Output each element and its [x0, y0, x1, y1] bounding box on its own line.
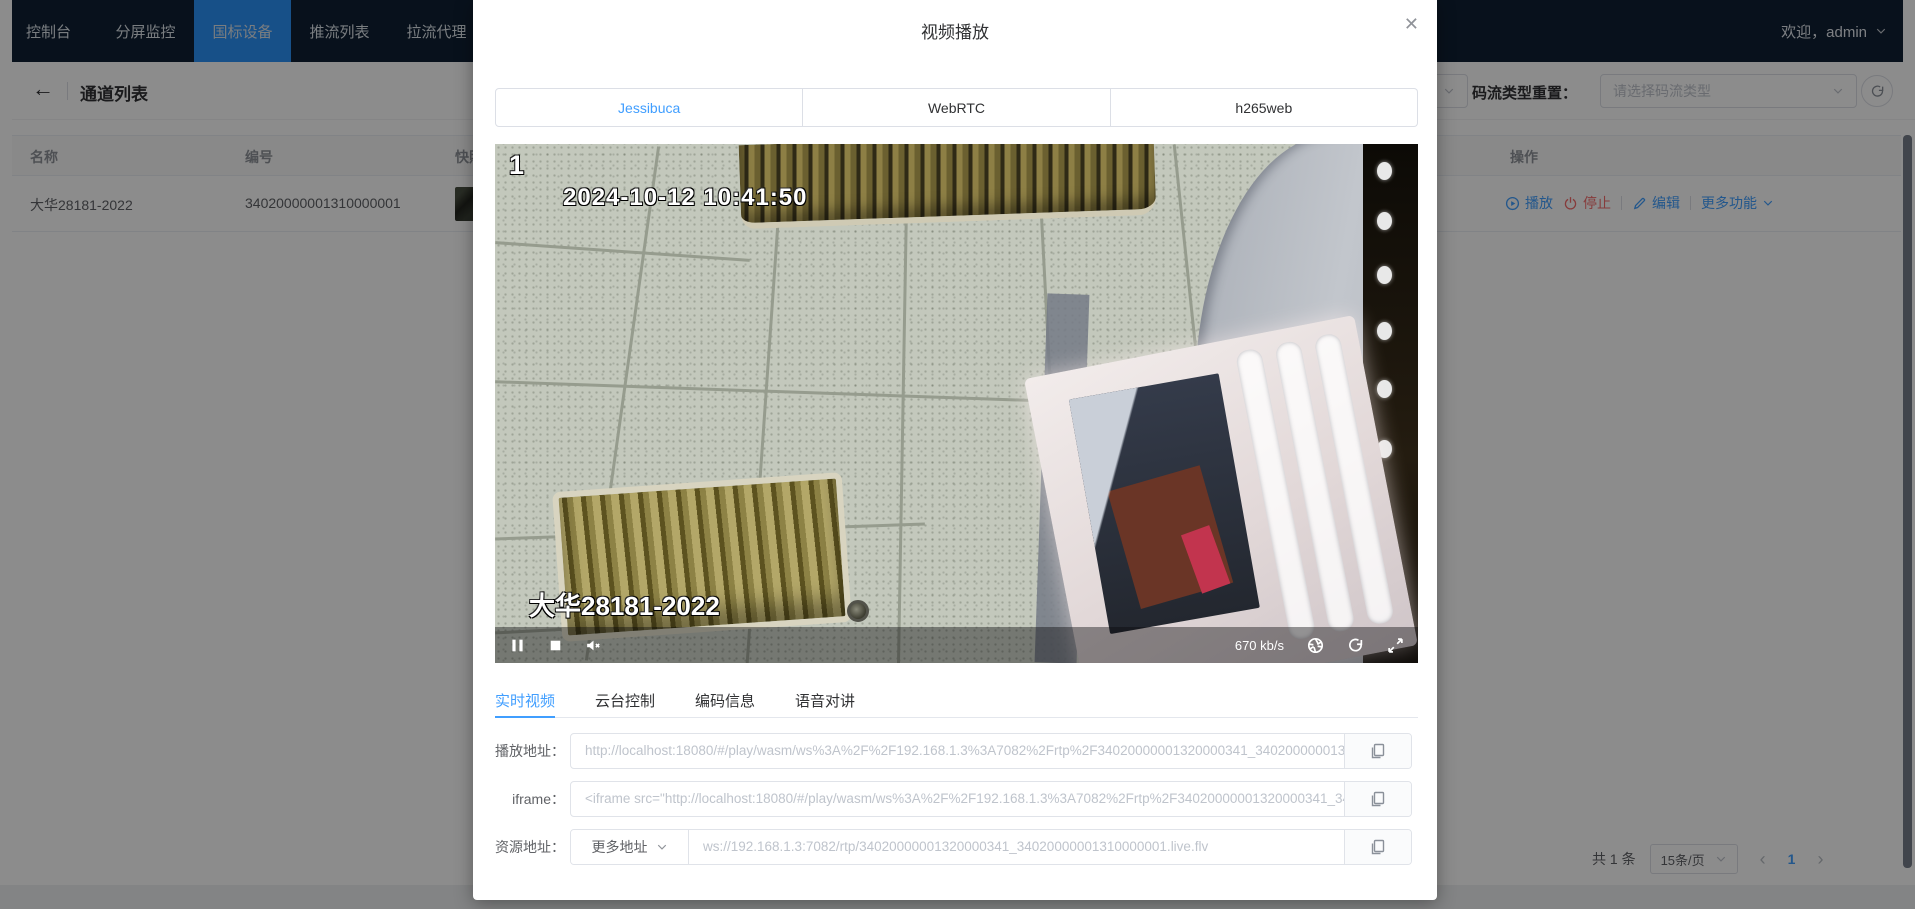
tab-jessibuca[interactable]: Jessibuca	[495, 88, 803, 127]
screen-glare	[1069, 373, 1260, 634]
resource-url-row: 资源地址： 更多地址 ws://192.168.1.3:7082/rtp/340…	[473, 829, 1437, 865]
bitrate-label: 670 kb/s	[1235, 638, 1284, 653]
tab-voice-intercom[interactable]: 语音对讲	[795, 684, 855, 717]
play-url-input[interactable]: http://localhost:18080/#/play/wasm/ws%3A…	[571, 734, 1344, 768]
panel-light	[1377, 380, 1392, 398]
monitor-video-area	[1069, 373, 1260, 634]
ceiling-grid-line	[897, 204, 908, 663]
tab-encoding-info[interactable]: 编码信息	[695, 684, 755, 717]
iframe-label: iframe：	[480, 781, 565, 817]
player-control-bar: 670 kb/s	[495, 627, 1418, 663]
video-play-dialog: 视频播放 ✕ Jessibuca WebRTC h265web	[473, 0, 1437, 900]
tab-h265web[interactable]: h265web	[1111, 88, 1418, 127]
ceiling-grid-line	[1173, 144, 1201, 378]
ceiling-sprinkler	[847, 600, 869, 622]
play-url-row: 播放地址： http://localhost:18080/#/play/wasm…	[473, 733, 1437, 769]
snapshot-shutter-button[interactable]	[1307, 637, 1324, 654]
tab-live-video[interactable]: 实时视频	[495, 684, 555, 717]
iframe-row: iframe： <iframe src="http://localhost:18…	[473, 781, 1437, 817]
stream-sub-tabs: 实时视频 云台控制 编码信息 语音对讲	[495, 684, 1418, 718]
tab-ptz-control[interactable]: 云台控制	[595, 684, 655, 717]
resource-url-label: 资源地址：	[480, 829, 565, 865]
dialog-title: 视频播放	[473, 18, 1437, 43]
copy-play-url-button[interactable]	[1344, 734, 1411, 768]
play-url-label: 播放地址：	[480, 733, 565, 769]
scrollbar-thumb[interactable]	[1903, 135, 1912, 868]
osd-camera-name: 大华28181-2022	[529, 586, 720, 623]
player-engine-tabs: Jessibuca WebRTC h265web	[495, 88, 1418, 127]
fullscreen-button[interactable]	[1387, 637, 1404, 654]
close-icon[interactable]: ✕	[1404, 14, 1419, 35]
pause-button[interactable]	[509, 637, 526, 654]
more-addresses-dropdown[interactable]: 更多地址	[571, 830, 689, 864]
ceiling-grid-line	[495, 380, 1055, 403]
stop-button[interactable]	[547, 637, 564, 654]
panel-light	[1377, 266, 1392, 284]
panel-light	[1377, 162, 1392, 180]
resource-url-input[interactable]: ws://192.168.1.3:7082/rtp/34020000001320…	[689, 830, 1344, 864]
panel-light	[1377, 322, 1392, 340]
screen: 控制台 分屏监控 国标设备 推流列表 拉流代理 欢迎，admin ← 通道列表 …	[0, 0, 1915, 909]
panel-light	[1377, 212, 1392, 230]
tab-webrtc[interactable]: WebRTC	[803, 88, 1110, 127]
copy-resource-url-button[interactable]	[1344, 830, 1411, 864]
copy-icon	[1370, 839, 1386, 855]
osd-channel-number: 1	[509, 150, 524, 181]
video-player[interactable]: 1 2024-10-12 10:41:50 大华28181-2022	[495, 144, 1418, 663]
copy-icon	[1370, 743, 1386, 759]
volume-muted-button[interactable]	[585, 637, 602, 654]
iframe-input[interactable]: <iframe src="http://localhost:18080/#/pl…	[571, 782, 1344, 816]
refresh-stream-button[interactable]	[1347, 637, 1364, 654]
tilted-monitor-page	[1024, 315, 1418, 663]
chevron-down-icon	[656, 841, 668, 853]
copy-icon	[1370, 791, 1386, 807]
copy-iframe-button[interactable]	[1344, 782, 1411, 816]
ceiling-grid-line	[495, 241, 750, 262]
osd-timestamp: 2024-10-12 10:41:50	[563, 184, 808, 212]
